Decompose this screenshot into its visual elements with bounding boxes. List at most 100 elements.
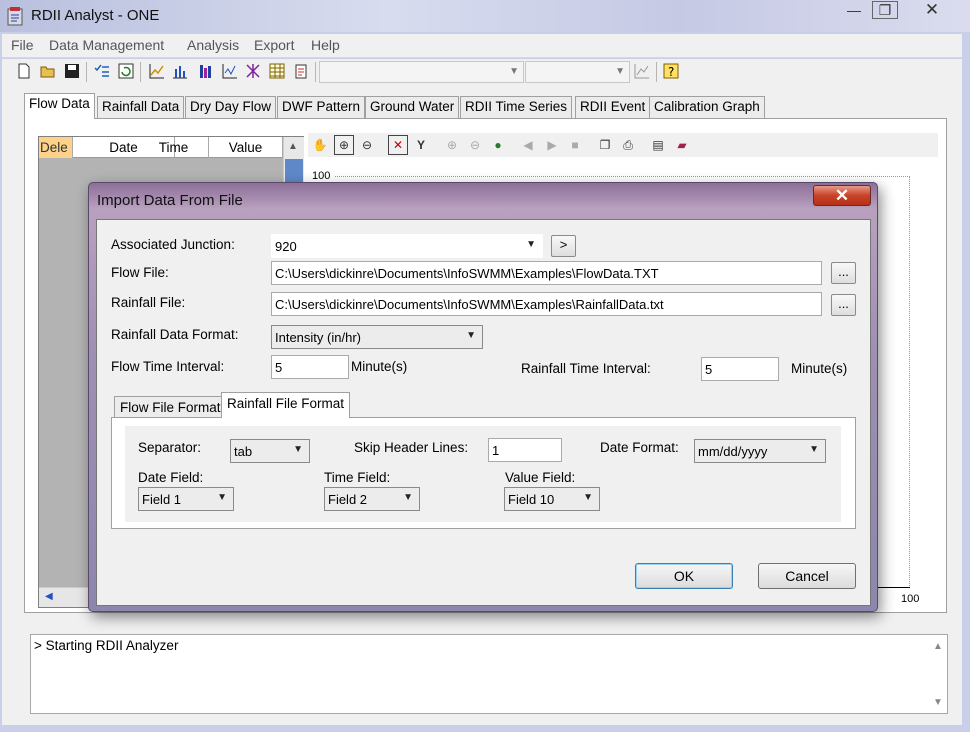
time-field-select[interactable]: Field 2 ▼ xyxy=(324,487,420,511)
cancel-button[interactable]: Cancel xyxy=(758,563,856,589)
tab-rainfall-data[interactable]: Rainfall Data xyxy=(97,96,185,118)
log-scrollbar[interactable]: ▲ ▼ xyxy=(929,635,947,713)
close-window-button[interactable]: ✕ xyxy=(918,1,946,21)
time-field-label: Time Field: xyxy=(324,470,391,485)
globe-icon[interactable]: ● xyxy=(490,137,506,153)
flow-interval-input[interactable] xyxy=(271,355,349,379)
flow-file-label: Flow File: xyxy=(111,265,169,280)
help-icon[interactable]: ? xyxy=(663,63,679,79)
dialog-body: Associated Junction: 920 ▼ > Flow File: … xyxy=(96,219,871,606)
graph-icon[interactable] xyxy=(634,63,650,79)
rainfall-interval-label: Rainfall Time Interval: xyxy=(521,361,651,376)
minimize-button[interactable]: — xyxy=(840,1,868,21)
rainfall-interval-input[interactable] xyxy=(701,357,779,381)
flow-file-browse-button[interactable]: ... xyxy=(831,262,856,284)
histogram-icon[interactable] xyxy=(198,63,214,79)
open-icon[interactable] xyxy=(40,63,56,79)
tab-ground-water[interactable]: Ground Water xyxy=(365,96,460,118)
print-icon[interactable]: ⎙ xyxy=(620,137,636,153)
value-field-select[interactable]: Field 10 ▼ xyxy=(504,487,600,511)
copy-icon[interactable]: ❐ xyxy=(597,137,613,153)
separator-select[interactable]: tab ▼ xyxy=(230,439,310,463)
refresh-icon[interactable] xyxy=(118,63,134,79)
reset-icon[interactable]: ✕ xyxy=(388,135,408,155)
tab-flow-data[interactable]: Flow Data xyxy=(24,93,95,119)
associated-junction-select[interactable]: 920 ▼ xyxy=(271,234,543,258)
y-axis-icon[interactable]: Y xyxy=(413,137,429,153)
skip-header-input[interactable] xyxy=(488,438,562,462)
zoom-minus-icon[interactable]: ⊖ xyxy=(467,137,483,153)
menu-help[interactable]: Help xyxy=(311,37,340,53)
date-field-select[interactable]: Field 1 ▼ xyxy=(138,487,234,511)
log-line: > Starting RDII Analyzer xyxy=(34,638,179,653)
properties-icon[interactable]: ▤ xyxy=(650,137,666,153)
book-icon[interactable]: ▰ xyxy=(674,137,690,153)
import-data-dialog: Import Data From File ✕ Associated Junct… xyxy=(88,182,878,612)
prev-icon[interactable]: ◀ xyxy=(520,137,536,153)
dialog-close-button[interactable]: ✕ xyxy=(813,185,871,206)
y-axis-max-label: 100 xyxy=(312,170,331,182)
zoom-in-icon[interactable]: ⊕ xyxy=(334,135,354,155)
toolbar-combo-1[interactable]: ▼ xyxy=(319,61,524,83)
maximize-button[interactable]: ❐ xyxy=(872,1,898,19)
next-icon[interactable]: ▶ xyxy=(544,137,560,153)
column-header-time[interactable]: Time xyxy=(139,137,209,158)
column-header-value[interactable]: Value xyxy=(209,137,283,158)
menu-data-management[interactable]: Data Management xyxy=(49,37,164,53)
rainfall-format-label: Rainfall Data Format: xyxy=(111,327,239,342)
scroll-up-icon[interactable]: ▲ xyxy=(288,141,298,152)
zoom-out-icon[interactable]: ⊖ xyxy=(359,137,375,153)
bar-chart-icon[interactable] xyxy=(172,63,188,79)
svg-text:?: ? xyxy=(668,65,674,79)
zoom-plus-icon[interactable]: ⊕ xyxy=(444,137,460,153)
tab-flow-file-format[interactable]: Flow File Format xyxy=(114,396,227,418)
column-header-delete[interactable]: Dele xyxy=(39,137,73,158)
tab-rdii-event[interactable]: RDII Event xyxy=(575,96,651,118)
menu-file[interactable]: File xyxy=(11,37,34,53)
chevron-down-icon: ▼ xyxy=(509,66,519,77)
junction-go-button[interactable]: > xyxy=(551,235,576,257)
line-chart-icon[interactable] xyxy=(149,63,165,79)
window-title: RDII Analyst - ONE xyxy=(31,7,160,24)
scroll-down-icon[interactable]: ▼ xyxy=(933,697,943,708)
scroll-up-icon[interactable]: ▲ xyxy=(933,641,943,652)
app-icon xyxy=(7,7,23,26)
chevron-down-icon: ▼ xyxy=(809,444,819,455)
separator-label: Separator: xyxy=(138,440,202,455)
ok-button[interactable]: OK xyxy=(635,563,733,589)
rainfall-file-browse-button[interactable]: ... xyxy=(831,294,856,316)
toolbar-separator xyxy=(656,62,657,82)
save-icon[interactable] xyxy=(64,63,80,79)
format-fields-area: Separator: tab ▼ Skip Header Lines: Date… xyxy=(125,426,841,522)
toolbar-combo-2[interactable]: ▼ xyxy=(525,61,630,83)
new-icon[interactable] xyxy=(16,63,32,79)
rainfall-file-input[interactable] xyxy=(271,292,822,316)
rainfall-file-label: Rainfall File: xyxy=(111,295,186,310)
flow-file-input[interactable] xyxy=(271,261,822,285)
settings-icon[interactable] xyxy=(293,63,309,79)
event-icon[interactable] xyxy=(245,63,261,79)
tab-calibration-graph[interactable]: Calibration Graph xyxy=(649,96,765,118)
chevron-down-icon: ▼ xyxy=(217,492,227,503)
menu-analysis[interactable]: Analysis xyxy=(187,37,239,53)
tab-dwf-pattern[interactable]: DWF Pattern xyxy=(277,96,366,118)
stop-icon[interactable]: ■ xyxy=(567,137,583,153)
date-format-select[interactable]: mm/dd/yyyy ▼ xyxy=(694,439,826,463)
checklist-icon[interactable] xyxy=(94,63,110,79)
tab-dry-day-flow[interactable]: Dry Day Flow xyxy=(185,96,277,118)
toolbar-separator xyxy=(315,62,316,82)
hand-icon[interactable]: ✋ xyxy=(312,137,328,153)
rainfall-format-select[interactable]: Intensity (in/hr) ▼ xyxy=(271,325,483,349)
grid-header: Dele Date Time Value xyxy=(39,137,283,158)
table-icon[interactable] xyxy=(269,63,285,79)
chart-toolbar: ✋ ⊕ ⊖ ✕ Y ⊕ ⊖ ● ◀ ▶ ■ ❐ ⎙ ▤ ▰ xyxy=(308,133,938,157)
tab-rdii-time-series[interactable]: RDII Time Series xyxy=(460,96,573,118)
menu-export[interactable]: Export xyxy=(254,37,294,53)
tab-rainfall-file-format[interactable]: Rainfall File Format xyxy=(221,392,351,418)
scroll-left-icon[interactable]: ◀ xyxy=(45,591,53,602)
menu-bar: File Data Management Analysis Export Hel… xyxy=(2,34,962,58)
title-bar: RDII Analyst - ONE — ❐ ✕ xyxy=(0,0,970,32)
flow-interval-unit: Minute(s) xyxy=(351,359,408,374)
chevron-down-icon: ▼ xyxy=(403,492,413,503)
scatter-icon[interactable] xyxy=(222,63,238,79)
